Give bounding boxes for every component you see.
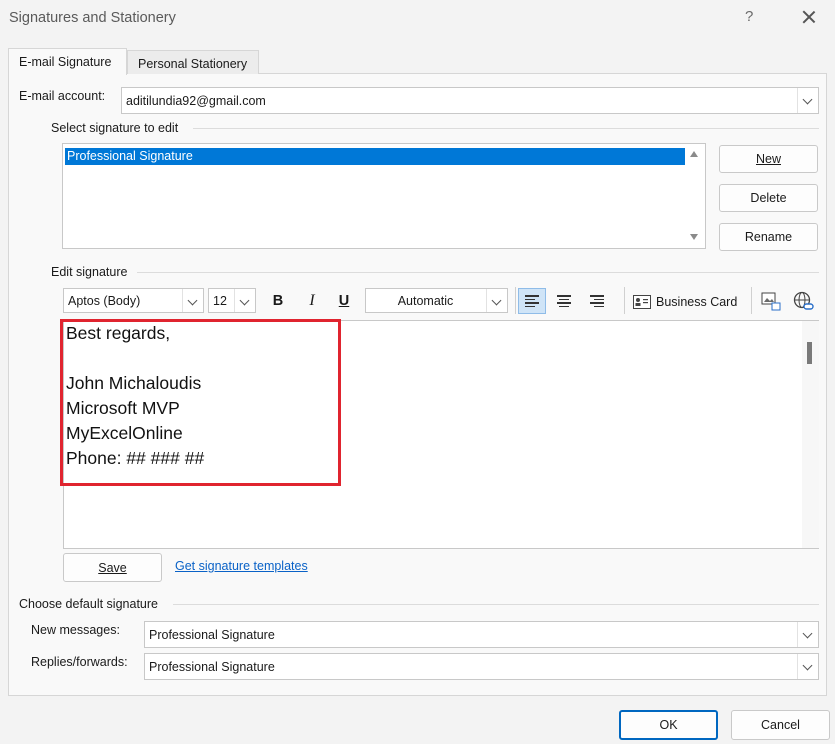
chevron-down-icon[interactable]	[234, 289, 255, 312]
new-button[interactable]: New	[719, 145, 818, 173]
align-left-icon	[525, 295, 539, 307]
new-messages-value: Professional Signature	[149, 627, 275, 642]
toolbar-separator	[515, 287, 516, 314]
chevron-down-icon[interactable]	[797, 88, 818, 113]
toolbar-separator	[624, 287, 625, 314]
tab-personal-stationery[interactable]: Personal Stationery	[127, 50, 259, 74]
bold-button[interactable]: B	[268, 290, 288, 312]
email-account-value: aditilundia92@gmail.com	[126, 93, 266, 108]
group-divider	[173, 604, 819, 605]
signature-list[interactable]: Professional Signature	[62, 143, 706, 249]
scrollbar-thumb[interactable]	[807, 342, 812, 364]
delete-button[interactable]: Delete	[719, 184, 818, 212]
chevron-down-icon[interactable]	[486, 289, 507, 312]
signature-templates-link[interactable]: Get signature templates	[175, 559, 308, 573]
font-value: Aptos (Body)	[68, 293, 141, 308]
ok-button[interactable]: OK	[619, 710, 718, 740]
font-color-value: Automatic	[397, 293, 454, 308]
chevron-down-icon[interactable]	[182, 289, 203, 312]
scroll-up-icon[interactable]	[690, 151, 698, 157]
align-center-icon	[557, 295, 571, 307]
align-center-button[interactable]	[550, 288, 578, 314]
replies-forwards-value: Professional Signature	[149, 659, 275, 674]
toolbar-separator	[751, 287, 752, 314]
list-item[interactable]: Professional Signature	[65, 148, 685, 165]
align-left-button[interactable]	[518, 288, 546, 314]
dialog-title: Signatures and Stationery	[9, 10, 176, 26]
email-account-dropdown[interactable]: aditilundia92@gmail.com	[121, 87, 819, 114]
font-dropdown[interactable]: Aptos (Body)	[63, 288, 204, 313]
business-card-button[interactable]: Business Card	[633, 292, 737, 312]
replies-forwards-dropdown[interactable]: Professional Signature	[144, 653, 819, 680]
close-icon[interactable]	[799, 6, 819, 28]
group-divider	[137, 272, 819, 273]
align-right-icon	[590, 295, 604, 307]
edit-signature-label: Edit signature	[51, 265, 128, 279]
scroll-down-icon[interactable]	[690, 234, 698, 240]
tab-email-signature[interactable]: E-mail Signature	[8, 48, 127, 75]
group-divider	[193, 128, 819, 129]
cancel-button[interactable]: Cancel	[731, 710, 830, 740]
business-card-icon	[633, 295, 651, 309]
replies-forwards-label: Replies/forwards:	[31, 655, 128, 669]
save-button[interactable]: Save	[63, 553, 162, 582]
email-account-label: E-mail account:	[19, 89, 106, 103]
select-signature-label: Select signature to edit	[51, 121, 179, 135]
font-size-dropdown[interactable]: 12	[208, 288, 256, 313]
rename-button[interactable]: Rename	[719, 223, 818, 251]
new-messages-dropdown[interactable]: Professional Signature	[144, 621, 819, 648]
chevron-down-icon[interactable]	[797, 622, 818, 647]
new-messages-label: New messages:	[31, 623, 120, 637]
highlight-annotation	[60, 319, 341, 486]
underline-button[interactable]: U	[334, 290, 354, 312]
font-size-value: 12	[213, 293, 227, 308]
editor-scrollbar[interactable]	[802, 321, 819, 548]
help-icon[interactable]: ?	[745, 8, 753, 25]
italic-button[interactable]: I	[302, 290, 322, 312]
font-color-dropdown[interactable]: Automatic	[365, 288, 508, 313]
default-signature-label: Choose default signature	[19, 597, 158, 611]
hyperlink-icon[interactable]	[793, 291, 815, 313]
insert-picture-icon[interactable]	[761, 292, 781, 312]
align-right-button[interactable]	[583, 288, 611, 314]
chevron-down-icon[interactable]	[797, 654, 818, 679]
